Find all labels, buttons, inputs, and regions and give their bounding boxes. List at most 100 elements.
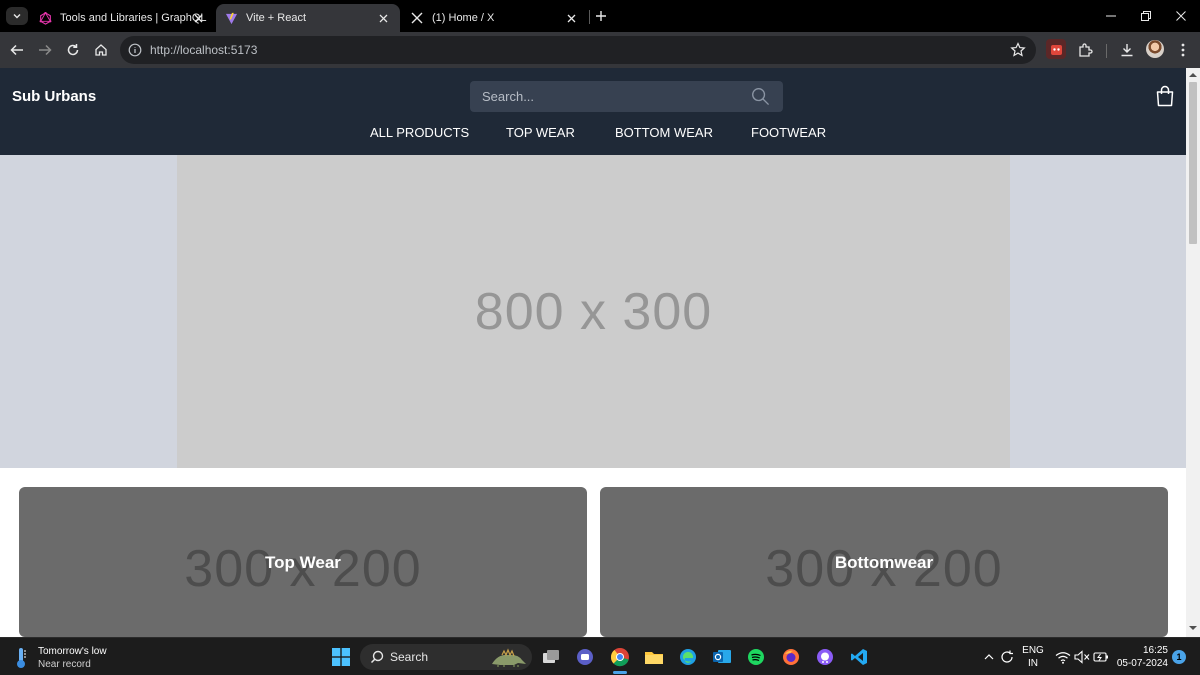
outlook-icon — [713, 650, 731, 663]
category-label: Bottomwear — [834, 553, 934, 572]
search-icon — [370, 650, 384, 664]
category-card-bottomwear[interactable]: 300 x 200 Bottomwear — [600, 487, 1168, 637]
region-code: IN — [1028, 658, 1038, 669]
new-tab-button[interactable] — [592, 7, 610, 25]
kebab-menu-icon — [1181, 43, 1185, 57]
site-logo[interactable]: Sub Urbans — [12, 88, 96, 105]
notification-badge[interactable]: 1 — [1172, 650, 1186, 664]
minimize-window-button[interactable] — [1101, 6, 1121, 26]
close-tab-icon[interactable] — [191, 11, 205, 25]
windows-taskbar: Tomorrow's low Near record Search ENG IN… — [0, 637, 1200, 675]
scroll-down-arrow-icon[interactable] — [1189, 624, 1197, 632]
folder-icon — [645, 652, 663, 664]
input-language-indicator[interactable]: ENG IN — [1022, 644, 1044, 670]
tab-x-home[interactable]: (1) Home / X — [402, 4, 588, 32]
taskbar-search[interactable]: Search — [360, 644, 532, 670]
graphql-logo-icon — [38, 11, 52, 25]
nav-bottom-wear[interactable]: BOTTOM WEAR — [615, 125, 713, 140]
category-nav: ALL PRODUCTS TOP WEAR BOTTOM WEAR FOOTWE… — [0, 125, 1186, 143]
profile-avatar[interactable] — [1146, 40, 1164, 58]
arrow-left-icon — [10, 44, 23, 56]
tab-search-button[interactable] — [6, 7, 28, 25]
chrome-icon — [610, 648, 629, 667]
sync-status-button[interactable] — [998, 648, 1016, 666]
firefox-icon — [783, 649, 799, 665]
tab-graphql[interactable]: Tools and Libraries | GraphQL — [30, 4, 215, 32]
forward-button[interactable] — [35, 40, 55, 60]
reload-icon — [67, 44, 79, 56]
scrollbar-thumb[interactable] — [1189, 82, 1197, 244]
close-tab-icon[interactable] — [564, 11, 578, 25]
extensions-button[interactable] — [1075, 40, 1095, 60]
tab-separator — [589, 10, 590, 24]
wifi-icon — [1055, 651, 1071, 664]
toolbar-separator — [1106, 44, 1107, 58]
reload-button[interactable] — [63, 40, 83, 60]
search-input[interactable] — [470, 81, 740, 112]
shopping-bag-icon[interactable] — [1155, 85, 1175, 107]
system-clock[interactable]: 16:25 05-07-2024 — [1112, 644, 1168, 670]
edge-icon — [680, 649, 696, 665]
download-icon — [1121, 44, 1133, 57]
edge-button[interactable] — [677, 646, 699, 668]
tab-vite-react[interactable]: Vite + React — [216, 4, 400, 32]
github-icon — [817, 649, 833, 665]
info-icon[interactable] — [128, 43, 142, 57]
plus-icon — [596, 11, 606, 21]
browser-toolbar: http://localhost:5173 — [0, 32, 1200, 68]
wifi-status-button[interactable] — [1054, 648, 1072, 666]
taskbar-search-label: Search — [390, 650, 429, 664]
search-bar — [470, 81, 783, 112]
chat-icon — [577, 649, 593, 665]
page-scrollbar[interactable] — [1186, 68, 1200, 637]
file-explorer-button[interactable] — [643, 646, 665, 668]
outlook-button[interactable] — [711, 646, 733, 668]
windows-logo-icon — [332, 648, 350, 666]
vite-logo-icon — [224, 11, 238, 25]
battery-charging-icon — [1093, 652, 1108, 662]
category-card-top-wear[interactable]: 300 x 200 Top Wear — [19, 487, 587, 637]
close-window-button[interactable] — [1171, 6, 1191, 26]
github-desktop-button[interactable] — [814, 646, 836, 668]
weather-widget[interactable]: Tomorrow's low Near record — [14, 645, 107, 671]
nav-all-products[interactable]: ALL PRODUCTS — [370, 125, 469, 140]
nav-footwear[interactable]: FOOTWEAR — [751, 125, 826, 140]
web-page: Sub Urbans ALL PRODUCTS TOP WEAR BOTTOM … — [0, 68, 1186, 637]
battery-status-button[interactable] — [1092, 648, 1110, 666]
task-view-button[interactable] — [540, 646, 562, 668]
chevron-down-icon — [13, 14, 21, 19]
downloads-button[interactable] — [1117, 40, 1137, 60]
bookmark-star-icon[interactable] — [1010, 42, 1026, 58]
weather-subtitle: Near record — [38, 659, 91, 670]
chrome-menu-button[interactable] — [1173, 40, 1193, 60]
home-icon — [95, 44, 107, 56]
teams-chat-button[interactable] — [574, 646, 596, 668]
tab-title: Vite + React — [246, 12, 307, 24]
show-hidden-icons-button[interactable] — [980, 648, 998, 666]
clock-date: 05-07-2024 — [1116, 658, 1168, 669]
extension-icon[interactable] — [1046, 39, 1066, 59]
chrome-taskbar-button[interactable] — [609, 646, 631, 668]
tab-title: (1) Home / X — [432, 12, 495, 24]
vscode-button[interactable] — [848, 646, 870, 668]
scroll-up-arrow-icon[interactable] — [1189, 71, 1197, 79]
hero-placeholder-image: 800 x 300 — [177, 155, 1010, 468]
search-icon[interactable] — [751, 87, 770, 106]
arrow-right-icon — [39, 44, 52, 56]
spotify-button[interactable] — [745, 646, 767, 668]
close-tab-icon[interactable] — [376, 11, 390, 25]
tab-title: Tools and Libraries | GraphQL — [60, 12, 207, 24]
back-button[interactable] — [7, 40, 27, 60]
chevron-up-icon — [984, 654, 994, 660]
address-bar[interactable]: http://localhost:5173 — [120, 36, 1036, 64]
home-button[interactable] — [91, 40, 111, 60]
url-text[interactable]: http://localhost:5173 — [150, 43, 257, 57]
nav-top-wear[interactable]: TOP WEAR — [506, 125, 575, 140]
firefox-button[interactable] — [780, 646, 802, 668]
restore-window-button[interactable] — [1136, 6, 1156, 26]
volume-button[interactable] — [1073, 648, 1091, 666]
minimize-icon — [1106, 15, 1116, 17]
windows-start-button[interactable] — [330, 646, 352, 668]
sync-icon — [1001, 650, 1013, 663]
vscode-icon — [851, 649, 867, 665]
